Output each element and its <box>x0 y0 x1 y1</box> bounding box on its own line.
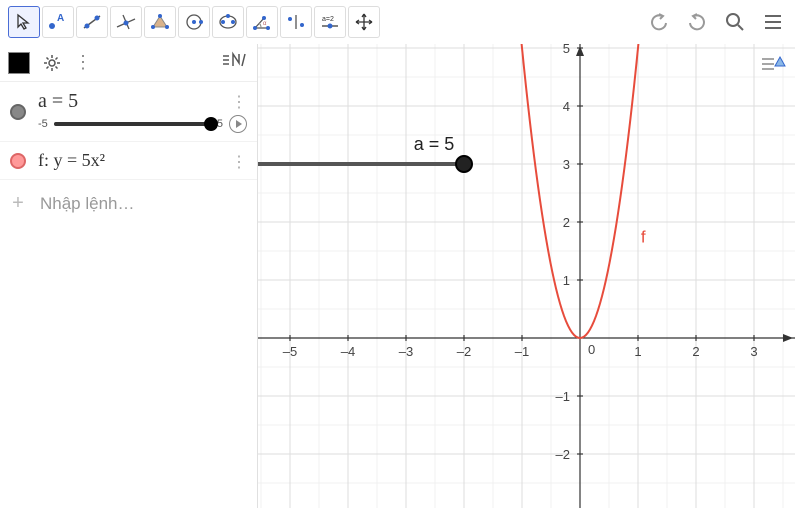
svg-text:3: 3 <box>563 157 570 172</box>
visibility-dot[interactable] <box>10 153 26 169</box>
tool-line[interactable] <box>76 6 108 38</box>
svg-text:–2: –2 <box>556 447 570 462</box>
graphics-view[interactable]: –5 –4 –3 –2 –1 0 1 2 3 1 2 3 4 5 –1 –2 f a = 5 <box>258 44 795 508</box>
tool-pointer[interactable] <box>8 6 40 38</box>
sidebar-header: ⋮ <box>0 44 257 82</box>
tool-reflect[interactable] <box>280 6 312 38</box>
svg-text:–1: –1 <box>515 344 529 359</box>
object-row-slider[interactable]: a = 5 -5 5 ⋮ <box>0 82 257 142</box>
command-input[interactable]: Nhập lệnh… <box>40 194 135 214</box>
toolbar: A α a=2 <box>0 0 795 44</box>
slider-track[interactable] <box>54 122 211 126</box>
tool-slider[interactable]: a=2 <box>314 6 346 38</box>
graph-slider-label: a = 5 <box>414 134 455 154</box>
svg-text:5: 5 <box>563 44 570 56</box>
slider-min: -5 <box>38 118 48 130</box>
svg-text:4: 4 <box>563 99 570 114</box>
slider-control[interactable]: -5 5 <box>38 115 247 133</box>
function-label: f: y = 5x² <box>38 150 247 171</box>
graphics-settings-button[interactable] <box>759 50 787 78</box>
svg-text:1: 1 <box>634 344 641 359</box>
svg-text:3: 3 <box>750 344 757 359</box>
svg-text:–1: –1 <box>556 389 570 404</box>
tool-move-view[interactable] <box>348 6 380 38</box>
algebra-sidebar: ⋮ a = 5 -5 5 ⋮ <box>0 44 258 508</box>
main: ⋮ a = 5 -5 5 ⋮ <box>0 44 795 508</box>
svg-text:–3: –3 <box>399 344 413 359</box>
svg-text:–5: –5 <box>283 344 297 359</box>
grid-major <box>258 44 795 508</box>
slider-label: a = 5 <box>38 90 247 113</box>
algebra-view-toggle[interactable] <box>221 51 249 74</box>
svg-text:2: 2 <box>692 344 699 359</box>
row-menu-icon[interactable]: ⋮ <box>231 152 247 172</box>
tool-circle[interactable] <box>178 6 210 38</box>
grid-minor <box>258 44 795 508</box>
search-button[interactable] <box>721 8 749 36</box>
function-curve[interactable] <box>258 44 794 338</box>
tool-polygon[interactable] <box>144 6 176 38</box>
menu-button[interactable] <box>759 8 787 36</box>
axes: –5 –4 –3 –2 –1 0 1 2 3 1 2 3 4 5 –1 –2 <box>258 44 795 508</box>
sidebar-more-icon[interactable]: ⋮ <box>74 52 92 73</box>
gear-icon[interactable] <box>38 49 66 77</box>
color-picker[interactable] <box>8 52 30 74</box>
plus-icon: + <box>10 192 26 215</box>
graph-canvas[interactable]: –5 –4 –3 –2 –1 0 1 2 3 1 2 3 4 5 –1 –2 f a = 5 <box>258 44 795 508</box>
row-menu-icon[interactable]: ⋮ <box>231 92 247 112</box>
svg-text:–2: –2 <box>457 344 471 359</box>
right-tools <box>645 8 787 36</box>
redo-button[interactable] <box>683 8 711 36</box>
tool-group: A α a=2 <box>8 6 380 38</box>
svg-text:α: α <box>263 21 267 27</box>
svg-text:1: 1 <box>563 273 570 288</box>
svg-text:2: 2 <box>563 215 570 230</box>
play-button[interactable] <box>229 115 247 133</box>
tool-point[interactable]: A <box>42 6 74 38</box>
tool-angle[interactable]: α <box>246 6 278 38</box>
svg-text:0: 0 <box>588 342 595 357</box>
tool-perpendicular[interactable] <box>110 6 142 38</box>
input-row[interactable]: + Nhập lệnh… <box>0 180 257 227</box>
visibility-dot[interactable] <box>10 104 26 120</box>
tool-ellipse[interactable] <box>212 6 244 38</box>
undo-button[interactable] <box>645 8 673 36</box>
object-row-function[interactable]: f: y = 5x² ⋮ <box>0 142 257 180</box>
function-label-graph: f <box>641 227 646 246</box>
svg-text:–4: –4 <box>341 344 355 359</box>
svg-text:A: A <box>57 13 64 24</box>
svg-text:a=2: a=2 <box>322 16 334 23</box>
